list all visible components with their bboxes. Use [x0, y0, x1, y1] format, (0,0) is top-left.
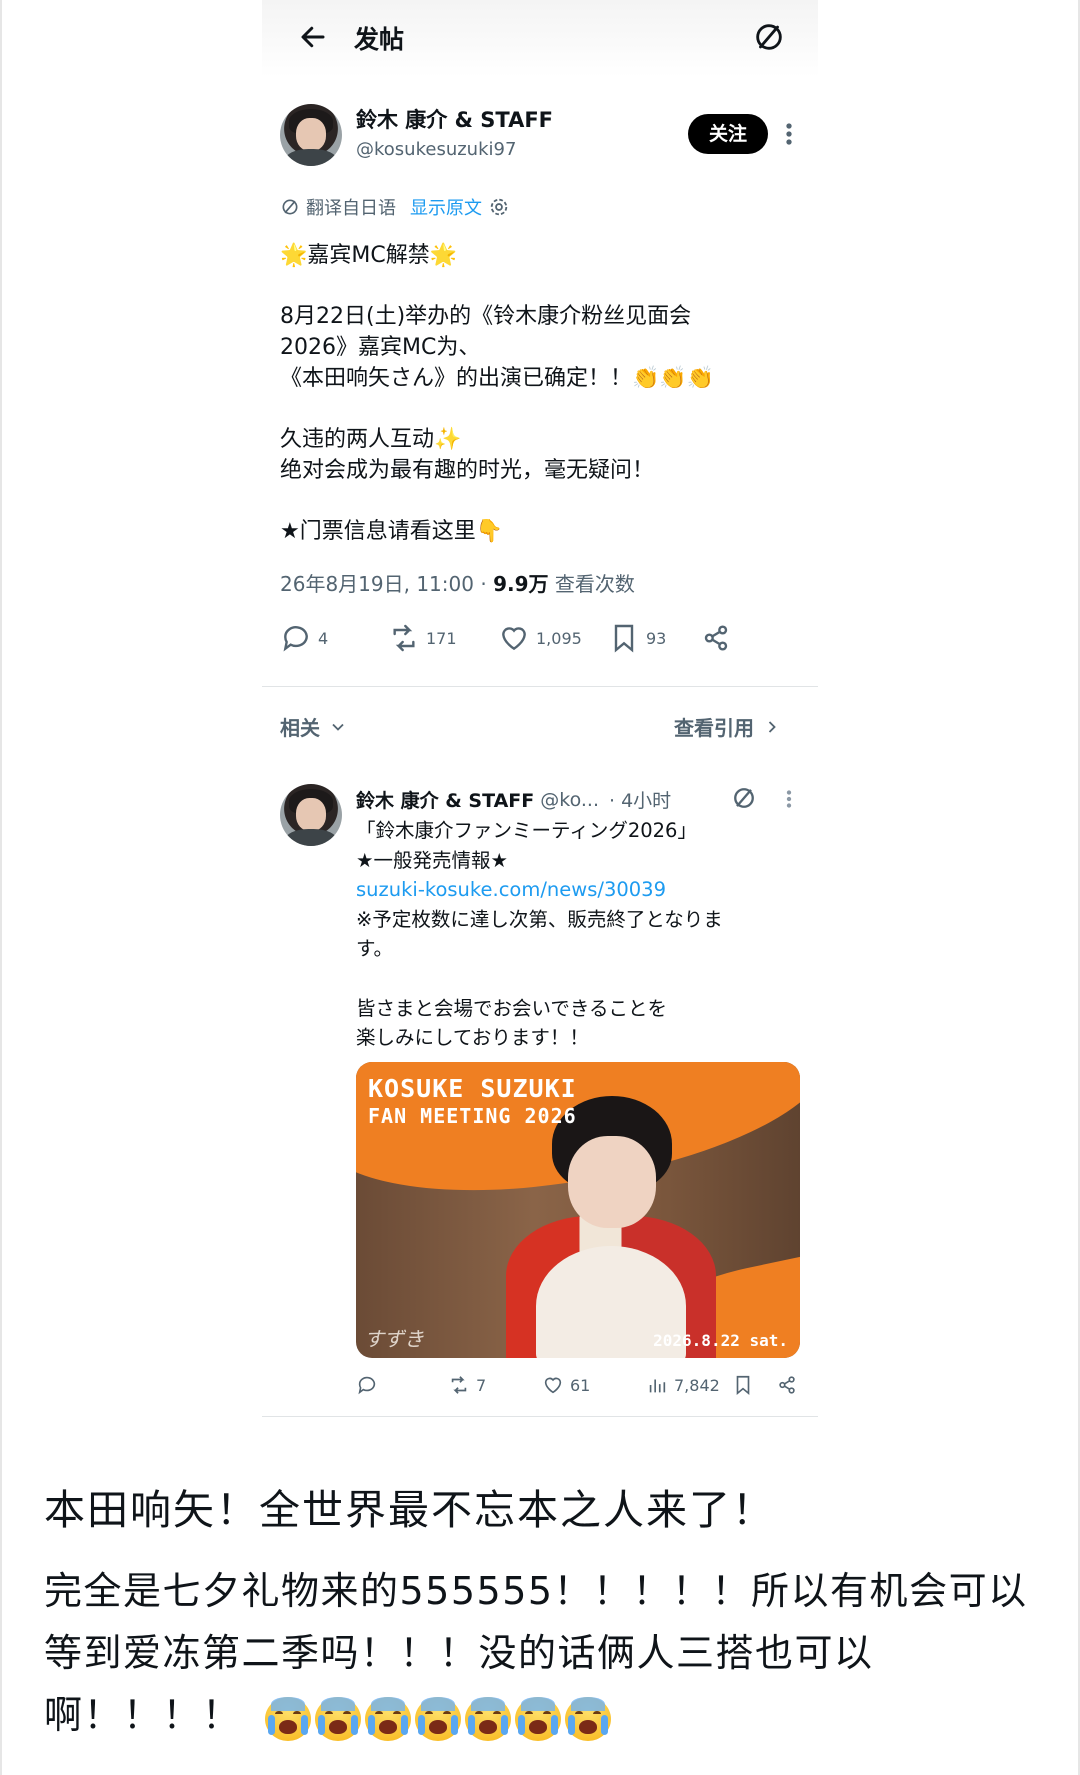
retweet-icon	[451, 1376, 467, 1394]
translate-icon[interactable]	[752, 20, 786, 54]
back-arrow-icon[interactable]	[298, 22, 328, 52]
quoted-author-avatar[interactable]	[280, 784, 342, 846]
divider	[262, 686, 818, 687]
reply-button[interactable]	[356, 1374, 378, 1396]
more-options-icon[interactable]	[782, 786, 796, 812]
tweet-meta: 26年8月19日, 11:00 · 9.9万 查看次数	[280, 572, 635, 596]
loudly-crying-face-icon	[365, 1695, 412, 1741]
fan-meeting-poster-image[interactable]: KOSUKE SUZUKI FAN MEETING 2026 2026.8.22…	[356, 1062, 800, 1358]
view-quotes-link[interactable]: 查看引用	[674, 712, 782, 741]
divider	[262, 1416, 818, 1417]
tweet-text: 🌟嘉宾MC解禁🌟 8月22日(土)举办的《铃木康介粉丝见面会 2026》嘉宾MC…	[280, 240, 800, 547]
loudly-crying-face-icon	[515, 1695, 562, 1741]
like-count: 1,095	[536, 628, 582, 648]
tweet-paragraph: ★门票信息请看这里👇	[280, 519, 504, 544]
translate-small-icon	[282, 199, 298, 215]
loudly-crying-face-icon	[315, 1695, 362, 1741]
heart-icon	[544, 1377, 562, 1394]
follow-button[interactable]: 关注	[688, 114, 768, 154]
caption-headline: 本田响矢！全世界最不忘本之人来了！	[44, 1486, 775, 1534]
author-handle[interactable]: @kosukesuzuki97	[356, 139, 516, 160]
quoted-author-name[interactable]: 鈴木 康介 & STAFF	[356, 786, 534, 813]
share-icon	[704, 625, 728, 651]
retweet-button[interactable]: 7	[448, 1374, 486, 1396]
bookmark-button[interactable]: 93	[608, 622, 666, 654]
more-options-icon[interactable]	[782, 118, 796, 150]
translated-from-label: 翻译自日语	[306, 198, 396, 219]
page-title: 发帖	[354, 25, 405, 54]
loudly-crying-face-icon	[265, 1695, 312, 1741]
poster-title-line1: KOSUKE SUZUKI	[368, 1074, 577, 1103]
views-button[interactable]: 7,842	[646, 1374, 720, 1396]
quoted-paragraph: ※予定枚数に達し次第、販売終了となりま す。	[356, 907, 723, 961]
bookmark-icon	[736, 1375, 750, 1396]
loudly-crying-face-icon	[465, 1695, 512, 1741]
loudly-crying-face-icon	[415, 1695, 462, 1741]
settings-gear-icon[interactable]	[488, 196, 510, 218]
reply-count: 4	[318, 628, 329, 648]
tweet-paragraph: 久违的两人互动✨ 绝对会成为最有趣的时光，毫无疑问！	[280, 427, 655, 483]
retweet-icon	[393, 624, 415, 652]
poster-person	[506, 1096, 716, 1358]
quoted-paragraph: 「鈴木康介ファンミーティング2026」 ★一般発売情報★	[356, 819, 697, 872]
quoted-tweet-text: 「鈴木康介ファンミーティング2026」 ★一般発売情報★ suzuki-kosu…	[356, 816, 802, 1053]
quoted-author-handle[interactable]: @ko...	[540, 789, 599, 811]
crying-emoji-row	[265, 1695, 612, 1741]
caption-body: 完全是七夕礼物来的555555！！！！！所以有机会可以等到爱冻第二季吗！！！没的…	[44, 1560, 1054, 1746]
retweet-count: 7	[476, 1375, 487, 1395]
tweet-timestamp: 26年8月19日, 11:00	[280, 572, 474, 596]
chevron-right-icon	[768, 720, 776, 733]
share-icon	[779, 1376, 795, 1394]
quoted-paragraph: 皆さまと会場でお会いできることを 楽しみにしております！！	[356, 996, 668, 1050]
quoted-tweet-actions: 7 61 7,842	[356, 1374, 802, 1402]
quoted-time: · 4小时	[609, 790, 672, 812]
views-label[interactable]: 查看次数	[555, 572, 635, 596]
like-button[interactable]: 61	[542, 1374, 590, 1396]
loudly-crying-face-icon	[565, 1695, 612, 1741]
share-button[interactable]	[700, 622, 732, 654]
top-bar: 发帖	[262, 0, 818, 78]
author-name[interactable]: 鈴木 康介 & STAFF	[356, 104, 553, 134]
translation-notice: 翻译自日语 显示原文	[280, 194, 510, 220]
retweet-count: 171	[426, 628, 457, 648]
related-dropdown[interactable]: 相关	[280, 712, 348, 741]
quoted-link[interactable]: suzuki-kosuke.com/news/30039	[356, 875, 802, 905]
poster-title-line2: FAN MEETING 2026	[368, 1104, 577, 1128]
like-button[interactable]: 1,095	[498, 622, 582, 654]
poster-signature: すずき	[364, 1327, 424, 1351]
reply-icon	[358, 1376, 376, 1395]
reply-button[interactable]: 4	[280, 622, 328, 654]
heart-icon	[502, 627, 526, 651]
reply-icon	[283, 626, 308, 652]
show-original-link[interactable]: 显示原文	[410, 194, 482, 220]
views-count: 7,842	[674, 1375, 720, 1395]
share-button[interactable]	[776, 1374, 798, 1396]
author-avatar[interactable]	[280, 104, 342, 166]
related-label: 相关	[280, 716, 320, 740]
chevron-down-icon	[332, 723, 344, 731]
retweet-button[interactable]: 171	[388, 622, 457, 654]
views-count: 9.9万	[493, 572, 549, 596]
tweet-paragraph: 8月22日(土)举办的《铃木康介粉丝见面会 2026》嘉宾MC为、 《本田响矢さ…	[280, 304, 715, 391]
view-quotes-label: 查看引用	[674, 716, 754, 740]
bookmark-count: 93	[646, 628, 667, 648]
poster-date: 2026.8.22 sat.	[653, 1331, 788, 1350]
translate-icon[interactable]	[730, 784, 758, 812]
tweet-screenshot: 发帖 鈴木 康介 & STAFF @kosukesuzuki97 关注 翻译自日…	[262, 0, 818, 1418]
tweet-actions: 4 171 1,095 93	[280, 622, 800, 662]
tweet-line-title: 🌟嘉宾MC解禁🌟	[280, 243, 458, 268]
like-count: 61	[570, 1375, 591, 1395]
bar-chart-icon	[649, 1379, 666, 1393]
bookmark-button[interactable]	[732, 1374, 754, 1396]
bookmark-icon	[614, 624, 634, 653]
left-frame-edge	[0, 0, 2, 1775]
